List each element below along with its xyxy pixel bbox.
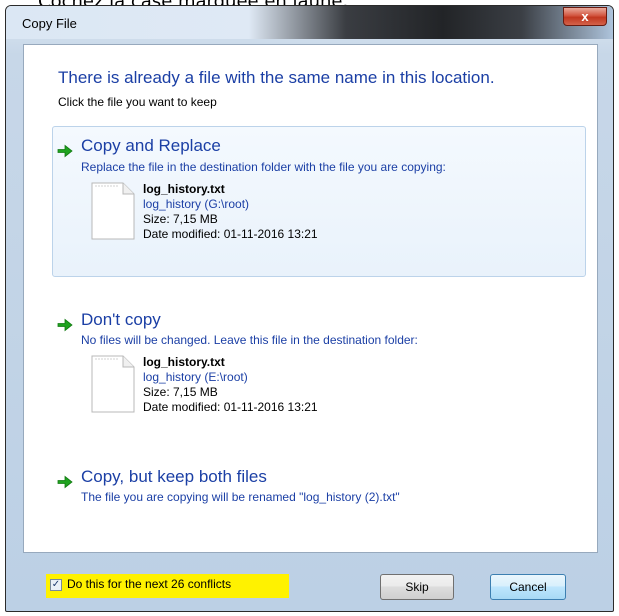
dialog-heading: There is already a file with the same na… xyxy=(58,68,495,87)
option-description: Replace the file in the destination fold… xyxy=(81,160,446,174)
dialog-subheading: Click the file you want to keep xyxy=(58,95,217,109)
option-copy-and-replace[interactable]: Copy and Replace Replace the file in the… xyxy=(52,126,586,277)
option-title: Copy and Replace xyxy=(81,136,221,155)
option-title: Don't copy xyxy=(81,310,161,329)
file-info: log_history.txt log_history (E:\root) Si… xyxy=(143,355,318,415)
close-button[interactable]: x xyxy=(563,7,607,26)
file-size: Size: 7,15 MB xyxy=(143,212,218,226)
file-info: log_history.txt log_history (G:\root) Si… xyxy=(143,182,318,242)
file-path: log_history (E:\root) xyxy=(143,370,248,384)
text-file-icon xyxy=(91,182,135,240)
file-path: log_history (G:\root) xyxy=(143,197,250,211)
option-description: No files will be changed. Leave this fil… xyxy=(81,333,418,347)
file-date-modified: Date modified: 01-11-2016 13:21 xyxy=(143,227,318,241)
conflicts-checkbox[interactable]: ✓ xyxy=(50,579,62,591)
window-title: Copy File xyxy=(22,16,77,31)
option-description: The file you are copying will be renamed… xyxy=(81,490,400,504)
file-size: Size: 7,15 MB xyxy=(143,385,218,399)
checkmark-icon: ✓ xyxy=(51,579,61,590)
option-keep-both[interactable]: Copy, but keep both files The file you a… xyxy=(52,458,586,518)
dialog-content: There is already a file with the same na… xyxy=(23,44,598,553)
copy-file-dialog: Copy File x There is already a file with… xyxy=(5,5,614,612)
option-title: Copy, but keep both files xyxy=(81,467,267,486)
file-name: log_history.txt xyxy=(143,182,225,196)
cancel-button[interactable]: Cancel xyxy=(490,574,566,600)
green-arrow-icon xyxy=(57,475,73,489)
dialog-footer: ✓ Do this for the next 26 conflicts Skip… xyxy=(6,557,613,611)
close-icon: x xyxy=(581,9,589,24)
option-dont-copy[interactable]: Don't copy No files will be changed. Lea… xyxy=(52,301,586,435)
title-bar[interactable]: Copy File x xyxy=(6,6,613,39)
text-file-icon xyxy=(91,355,135,413)
skip-button[interactable]: Skip xyxy=(380,574,454,600)
green-arrow-icon xyxy=(57,144,73,158)
file-name: log_history.txt xyxy=(143,355,225,369)
green-arrow-icon xyxy=(57,318,73,332)
conflicts-checkbox-label[interactable]: Do this for the next 26 conflicts xyxy=(67,577,231,591)
file-date-modified: Date modified: 01-11-2016 13:21 xyxy=(143,400,318,414)
